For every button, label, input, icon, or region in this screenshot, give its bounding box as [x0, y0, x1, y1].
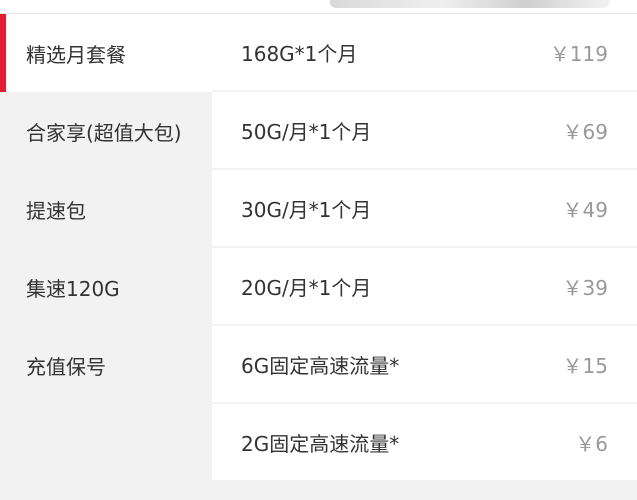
plan-price: ￥119 — [549, 41, 608, 66]
plan-row[interactable]: 6G固定高速流量* ￥15 — [212, 326, 637, 402]
plan-name: 20G/月*1个月 — [241, 275, 372, 300]
sidebar-item-label: 提速包 — [26, 198, 86, 223]
plan-list: 168G*1个月 ￥119 50G/月*1个月 ￥69 30G/月*1个月 ￥4… — [212, 14, 637, 500]
plan-name: 2G固定高速流量* — [241, 431, 400, 456]
plan-price: ￥39 — [562, 275, 608, 300]
plan-price: ￥69 — [562, 119, 608, 144]
sidebar-item-speed-boost[interactable]: 提速包 — [0, 170, 212, 248]
plan-row[interactable]: 2G固定高速流量* ￥6 — [212, 404, 637, 480]
active-indicator — [0, 14, 6, 92]
plan-price: ￥6 — [575, 431, 608, 456]
plan-name: 6G固定高速流量* — [241, 353, 400, 378]
plan-name: 30G/月*1个月 — [241, 197, 372, 222]
plan-row[interactable]: 50G/月*1个月 ￥69 — [212, 92, 637, 168]
category-sidebar: 精选月套餐 合家享(超值大包) 提速包 集速120G 充值保号 — [0, 14, 212, 500]
plan-row[interactable]: 168G*1个月 ￥119 — [212, 14, 637, 90]
top-banner-edge — [0, 0, 637, 14]
sidebar-item-topup-keep-number[interactable]: 充值保号 — [0, 326, 212, 404]
sidebar-item-label: 集速120G — [26, 276, 120, 301]
sidebar-item-label: 充值保号 — [26, 354, 106, 379]
plan-name: 168G*1个月 — [241, 41, 358, 66]
plan-price: ￥49 — [562, 197, 608, 222]
sidebar-item-label: 合家享(超值大包) — [26, 120, 182, 145]
sidebar-item-label: 精选月套餐 — [26, 42, 126, 67]
plan-price: ￥15 — [562, 353, 608, 378]
sidebar-item-jisu-120g[interactable]: 集速120G — [0, 248, 212, 326]
sidebar-item-featured-monthly[interactable]: 精选月套餐 — [0, 14, 212, 92]
plan-name: 50G/月*1个月 — [241, 119, 372, 144]
plan-row[interactable]: 30G/月*1个月 ￥49 — [212, 170, 637, 246]
sidebar-item-family-share[interactable]: 合家享(超值大包) — [0, 92, 212, 170]
plan-row[interactable]: 20G/月*1个月 ￥39 — [212, 248, 637, 324]
banner-image — [330, 0, 610, 8]
